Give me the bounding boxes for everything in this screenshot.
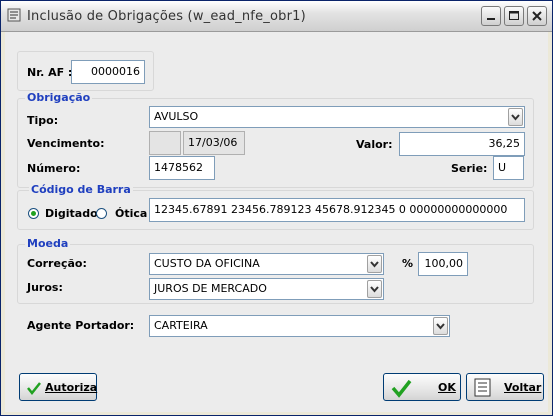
dialog-window: Inclusão de Obrigações (w_ead_nfe_obr1) … [0,0,553,416]
window-title: Inclusão de Obrigações (w_ead_nfe_obr1) [27,9,306,24]
dialog-body: Nr. AF : 0000016 Obrigação Tipo: AVULSO … [5,32,548,412]
vencimento-date-picker-button[interactable] [149,131,181,155]
percent-field[interactable]: 100,00 [418,252,468,276]
tipo-label: Tipo: [27,114,59,127]
valor-field[interactable]: 36,25 [399,132,525,156]
check-icon [27,382,41,396]
minimize-button[interactable] [481,6,501,26]
agente-portador-value: CARTEIRA [154,319,208,332]
digitado-label[interactable]: Digitado [45,207,98,220]
af-number-field[interactable]: 0000016 [71,60,145,84]
serie-field[interactable]: U [493,156,524,180]
check-icon [391,379,412,398]
ok-label: OK [438,381,456,394]
juros-value: JUROS DE MERCADO [154,282,267,295]
correcao-select[interactable]: CUSTO DA OFICINA [149,253,384,275]
minimize-icon [487,18,495,20]
maximize-icon [509,11,519,20]
serie-label: Serie: [451,162,488,175]
chevron-down-icon[interactable] [367,280,382,298]
obrigacao-section-title: Obrigação [25,91,93,104]
chevron-down-icon[interactable] [433,317,448,335]
af-label: Nr. AF : [27,66,73,79]
close-icon [532,11,542,21]
close-button[interactable] [527,6,547,26]
agente-portador-label: Agente Portador: [27,319,135,332]
vencimento-field[interactable]: 17/03/06 [183,131,245,155]
moeda-section-title: Moeda [25,237,71,250]
juros-select[interactable]: JUROS DE MERCADO [149,278,384,300]
maximize-button[interactable] [504,6,524,26]
tipo-select[interactable]: AVULSO [149,106,525,128]
title-bar: Inclusão de Obrigações (w_ead_nfe_obr1) [1,1,552,32]
codigo-barra-section-title: Código de Barra [29,183,133,196]
otica-radio[interactable] [96,208,107,219]
chevron-down-icon[interactable] [367,255,382,273]
app-icon [7,8,21,22]
juros-label: Juros: [27,281,63,294]
ok-button[interactable]: OK [383,373,461,401]
agente-portador-select[interactable]: CARTEIRA [149,315,450,337]
numero-field[interactable]: 1478562 [149,156,215,180]
tipo-value: AVULSO [154,110,199,123]
codigo-barra-field[interactable]: 12345.67891 23456.789123 45678.912345 0 … [149,198,525,222]
valor-label: Valor: [356,138,393,151]
chevron-down-icon[interactable] [508,108,523,126]
autoriza-label: Autoriza [45,381,98,394]
correcao-value: CUSTO DA OFICINA [154,257,260,270]
list-icon [474,378,491,397]
radio-selected-dot [31,211,36,216]
vencimento-label: Vencimento: [27,137,105,150]
autoriza-button[interactable]: Autoriza [19,373,97,401]
numero-label: Número: [27,162,81,175]
correcao-label: Correção: [27,257,87,270]
voltar-label: Voltar [504,381,542,394]
voltar-button[interactable]: Voltar [466,373,544,401]
otica-label[interactable]: Ótica [115,207,147,220]
digitado-radio[interactable] [28,208,39,219]
percent-label: % [402,257,414,270]
